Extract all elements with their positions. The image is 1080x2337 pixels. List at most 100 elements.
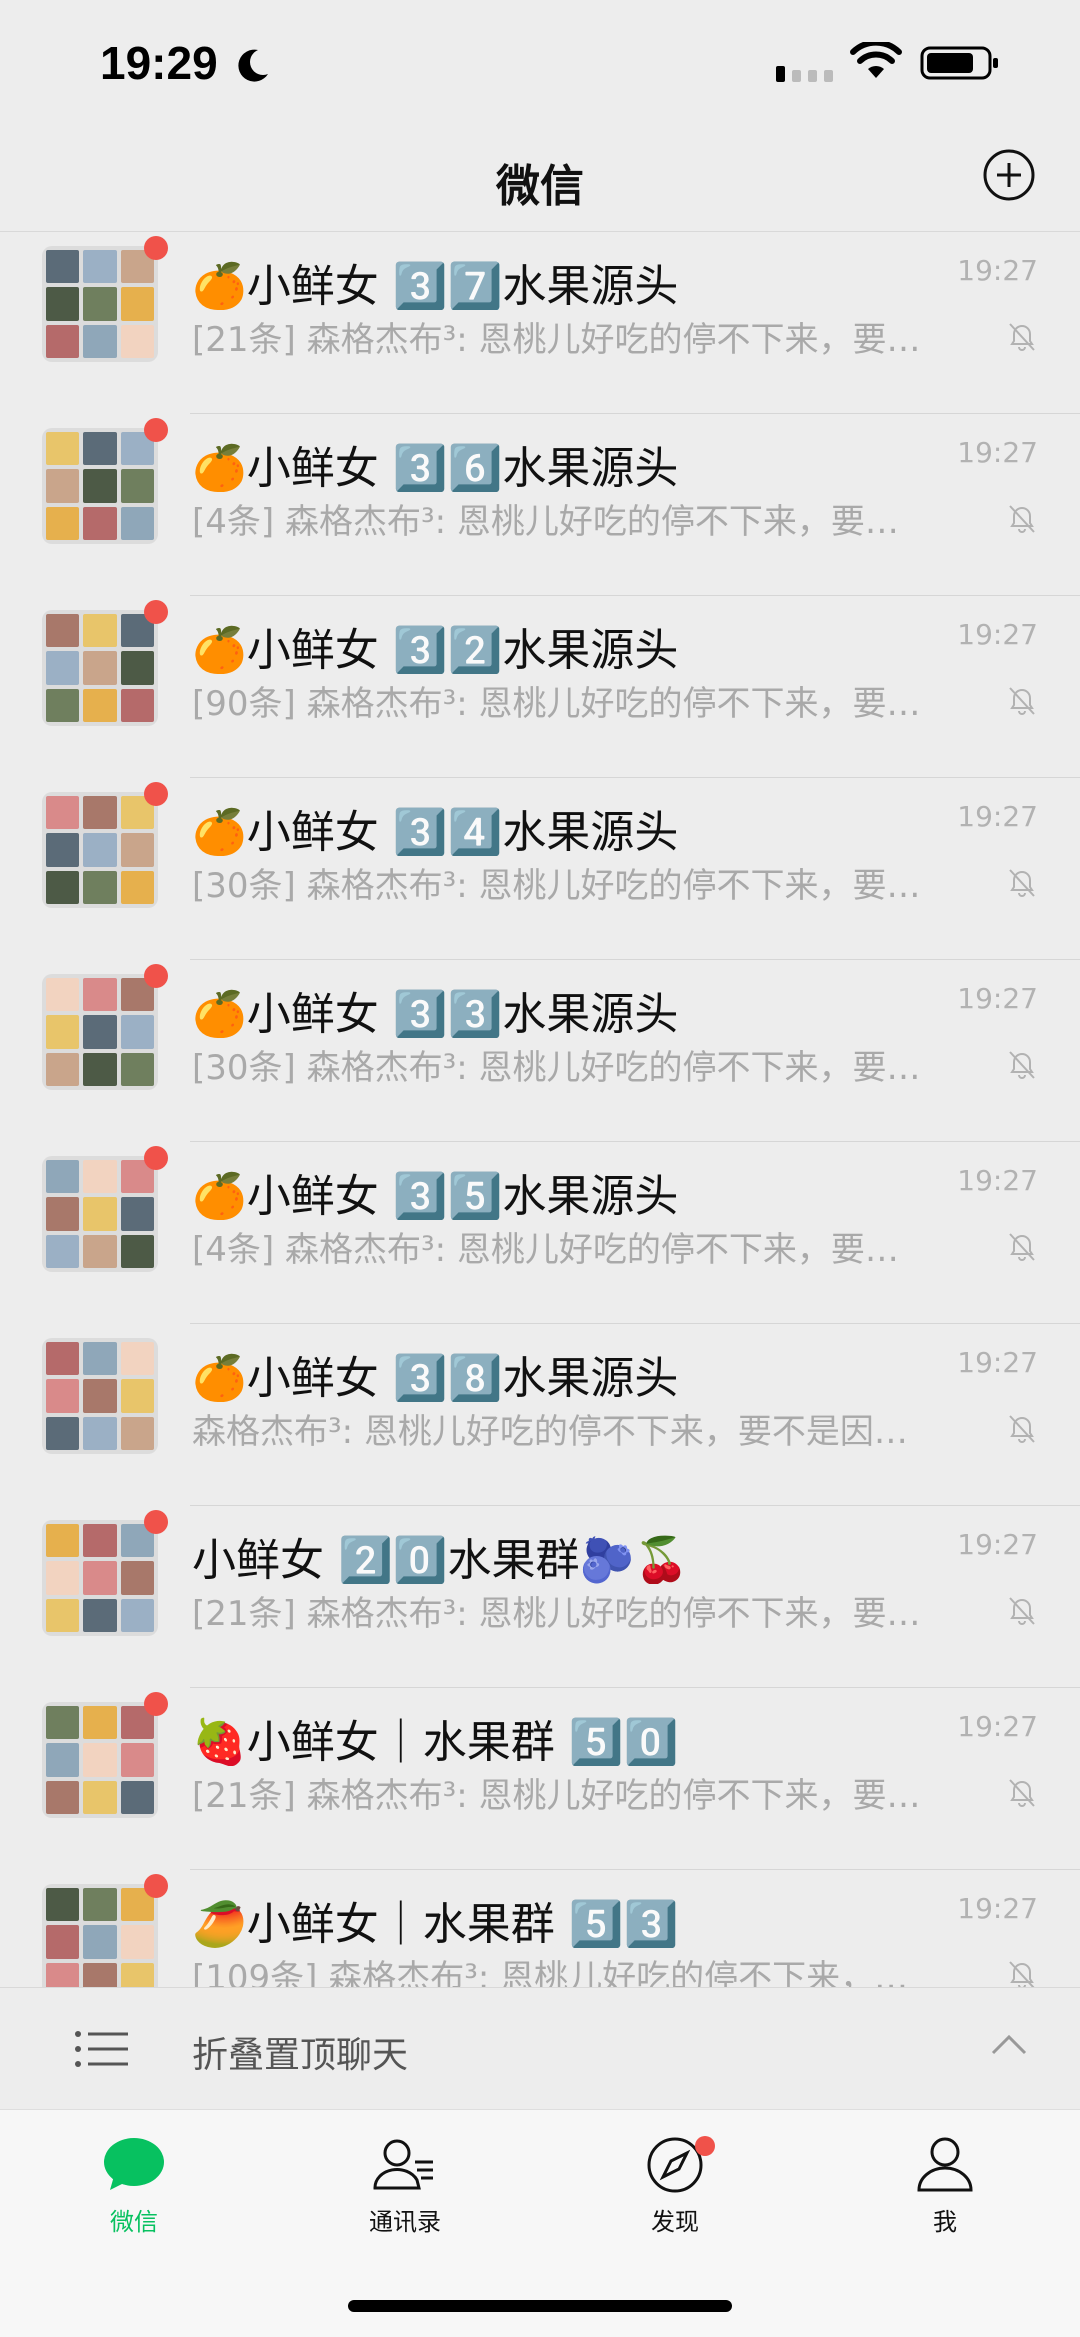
avatar-cell — [46, 1962, 80, 1987]
page-title: 微信 — [496, 161, 584, 212]
avatar-cell — [83, 1052, 117, 1086]
chat-time: 19:27 — [957, 1710, 1038, 1743]
avatar-cell — [46, 506, 80, 540]
chat-title: 🥭小鲜女｜水果群 5️⃣3️⃣ — [192, 1899, 679, 1948]
avatar-cell — [83, 1561, 117, 1595]
wifi-icon — [850, 42, 902, 78]
avatar-cell — [46, 1160, 80, 1194]
chat-time: 19:27 — [957, 254, 1038, 287]
avatar-cell — [120, 287, 154, 321]
group-avatar — [42, 1338, 158, 1454]
unread-dot — [144, 236, 168, 260]
unread-dot — [144, 600, 168, 624]
mute-bell-icon — [1009, 1233, 1035, 1261]
avatar-cell — [120, 1561, 154, 1595]
chat-row[interactable]: 🥭小鲜女｜水果群 5️⃣3️⃣ 19:27 [109条] 森格杰布³: 恩桃儿好… — [0, 1870, 1080, 1987]
avatar-cell — [83, 1524, 117, 1558]
avatar-cell — [46, 1888, 80, 1922]
mute-bell-icon — [1009, 1415, 1035, 1443]
avatar-cell — [83, 1925, 117, 1959]
home-indicator[interactable] — [348, 2300, 732, 2312]
chat-row[interactable]: 🍊小鲜女 3️⃣3️⃣水果源头 19:27 [30条] 森格杰布³: 恩桃儿好吃… — [0, 960, 1080, 1142]
chat-row[interactable]: 🍊小鲜女 3️⃣4️⃣水果源头 19:27 [30条] 森格杰布³: 恩桃儿好吃… — [0, 778, 1080, 960]
group-avatar — [42, 1520, 158, 1636]
chat-preview: [21条] 森格杰布³: 恩桃儿好吃的停不下来，要… — [192, 1594, 921, 1634]
avatar-cell — [46, 324, 80, 358]
chat-bubble-icon — [104, 2138, 164, 2190]
group-avatar — [42, 1884, 158, 1987]
chat-list[interactable]: 🍊小鲜女 3️⃣7️⃣水果源头 19:27 [21条] 森格杰布³: 恩桃儿好吃… — [0, 232, 1080, 1987]
avatar-cell — [83, 796, 117, 830]
avatar-cell — [83, 614, 117, 648]
unread-dot — [144, 964, 168, 988]
tab-contacts[interactable]: 通讯录 — [325, 2136, 485, 2256]
avatar-cell — [120, 1780, 154, 1814]
avatar-cell — [83, 1342, 117, 1376]
group-avatar — [42, 974, 158, 1090]
chat-row[interactable]: 🍊小鲜女 3️⃣5️⃣水果源头 19:27 [4条] 森格杰布³: 恩桃儿好吃的… — [0, 1142, 1080, 1324]
group-avatar — [42, 1156, 158, 1272]
chat-row[interactable]: 🍊小鲜女 3️⃣2️⃣水果源头 19:27 [90条] 森格杰布³: 恩桃儿好吃… — [0, 596, 1080, 778]
avatar-cell — [120, 506, 154, 540]
contacts-icon — [373, 2139, 433, 2190]
chat-time: 19:27 — [957, 1164, 1038, 1197]
add-icon[interactable] — [982, 148, 1036, 202]
chat-preview: 森格杰布³: 恩桃儿好吃的停不下来，要不是因… — [192, 1412, 908, 1452]
avatar-cell — [83, 506, 117, 540]
avatar-cell — [83, 1962, 117, 1987]
avatar-cell — [83, 1706, 117, 1740]
avatar-cell — [46, 1197, 80, 1231]
chat-row[interactable]: 🍓小鲜女｜水果群 5️⃣0️⃣ 19:27 [21条] 森格杰布³: 恩桃儿好吃… — [0, 1688, 1080, 1870]
avatar-cell — [120, 1743, 154, 1777]
unread-dot — [144, 1692, 168, 1716]
chat-preview: [4条] 森格杰布³: 恩桃儿好吃的停不下来，要… — [192, 502, 899, 542]
unread-dot — [144, 1510, 168, 1534]
avatar-cell — [46, 688, 80, 722]
group-avatar — [42, 792, 158, 908]
person-icon — [917, 2137, 973, 2192]
tab-discover[interactable]: 发现 — [595, 2136, 755, 2256]
avatar-cell — [120, 1197, 154, 1231]
tab-chats[interactable]: 微信 — [54, 2136, 214, 2256]
avatar-cell — [83, 324, 117, 358]
unread-dot — [144, 418, 168, 442]
avatar-cell — [46, 432, 80, 466]
avatar-cell — [120, 833, 154, 867]
status-time: 19:29 — [100, 37, 218, 89]
avatar-cell — [120, 1052, 154, 1086]
chat-preview: [30条] 森格杰布³: 恩桃儿好吃的停不下来，要… — [192, 866, 921, 906]
chat-title: 🍊小鲜女 3️⃣7️⃣水果源头 — [192, 261, 679, 310]
folded-pinned-bar[interactable]: 折叠置顶聊天 — [0, 1987, 1080, 2109]
chat-time: 19:27 — [957, 436, 1038, 469]
chat-row[interactable]: 🍊小鲜女 3️⃣8️⃣水果源头 19:27 森格杰布³: 恩桃儿好吃的停不下来，… — [0, 1324, 1080, 1506]
tab-label: 微信 — [110, 2208, 158, 2236]
battery-icon — [920, 46, 998, 80]
avatar-cell — [46, 1015, 80, 1049]
chat-row[interactable]: 🍊小鲜女 3️⃣6️⃣水果源头 19:27 [4条] 森格杰布³: 恩桃儿好吃的… — [0, 414, 1080, 596]
group-avatar — [42, 246, 158, 362]
avatar-cell — [120, 1598, 154, 1632]
chat-title: 🍊小鲜女 3️⃣8️⃣水果源头 — [192, 1353, 679, 1402]
moon-icon — [238, 49, 268, 82]
avatar-cell — [46, 833, 80, 867]
avatar-cell — [46, 1743, 80, 1777]
chat-row[interactable]: 小鲜女 2️⃣0️⃣水果群🫐🍒 19:27 [21条] 森格杰布³: 恩桃儿好吃… — [0, 1506, 1080, 1688]
chat-row[interactable]: 🍊小鲜女 3️⃣7️⃣水果源头 19:27 [21条] 森格杰布³: 恩桃儿好吃… — [0, 232, 1080, 414]
mute-bell-icon — [1009, 869, 1035, 897]
avatar-cell — [83, 1888, 117, 1922]
mute-bell-icon — [1009, 1961, 1035, 1987]
avatar-cell — [46, 870, 80, 904]
mute-bell-icon — [1009, 1051, 1035, 1079]
group-avatar — [42, 428, 158, 544]
tab-me[interactable]: 我 — [865, 2136, 1025, 2256]
unread-dot — [144, 1146, 168, 1170]
chat-time: 19:27 — [957, 618, 1038, 651]
avatar-cell — [46, 287, 80, 321]
avatar-cell — [83, 1379, 117, 1413]
avatar-cell — [46, 1780, 80, 1814]
chat-preview: [90条] 森格杰布³: 恩桃儿好吃的停不下来，要… — [192, 684, 921, 724]
chat-preview: [30条] 森格杰布³: 恩桃儿好吃的停不下来，要… — [192, 1048, 921, 1088]
chevron-up-icon[interactable] — [990, 2032, 1028, 2056]
avatar-cell — [83, 1197, 117, 1231]
avatar-cell — [83, 978, 117, 1012]
